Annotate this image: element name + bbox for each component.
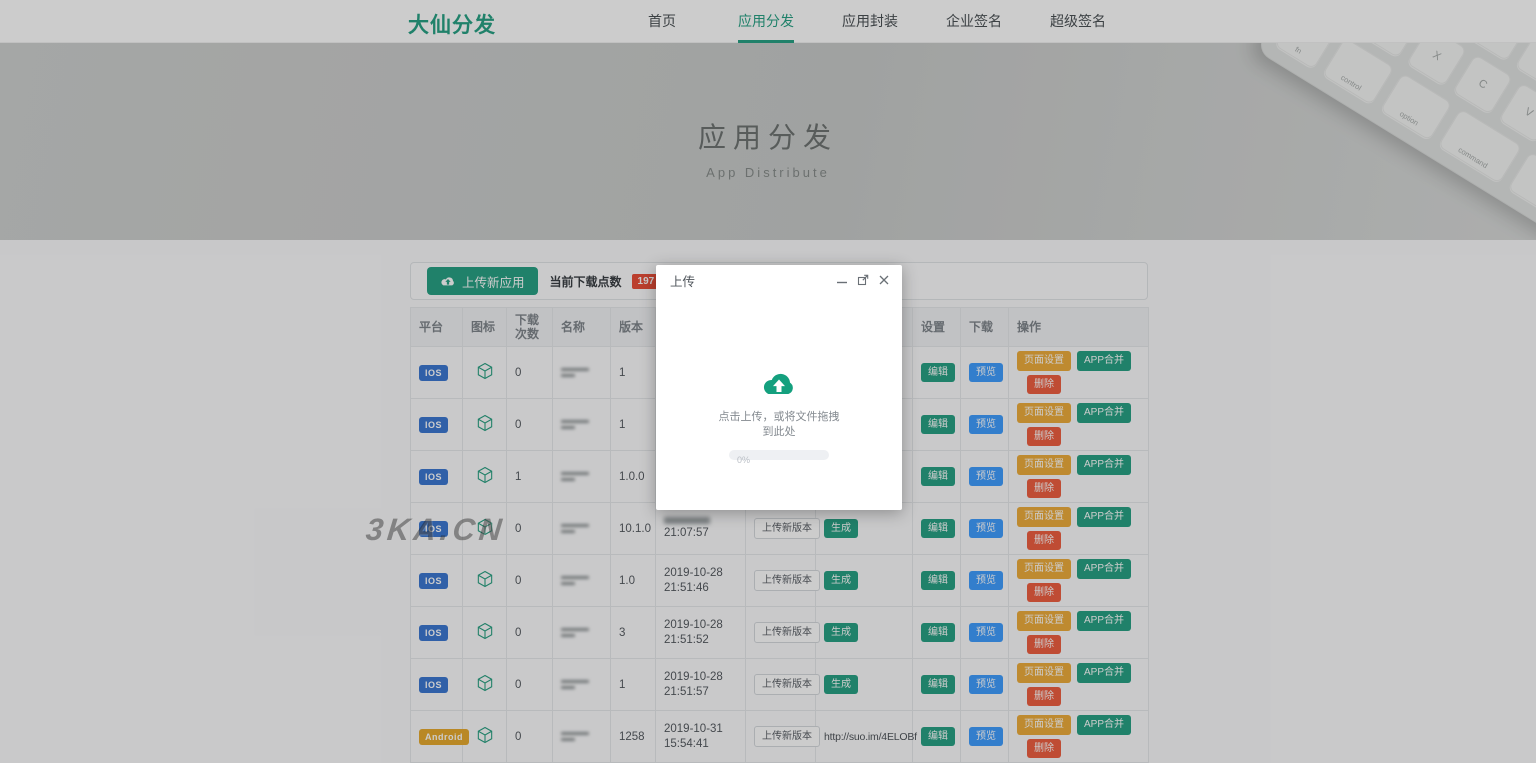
close-icon[interactable] [877,273,891,287]
modal-title: 上传 [670,271,695,290]
upload-progress-bar: 0% [729,450,829,460]
upload-modal: 上传 点击上传，或将文件拖拽 到此处 0% [656,265,902,510]
maximize-icon[interactable] [856,273,870,287]
upload-progress-label: 0% [729,455,750,465]
upload-cloud-icon [761,372,797,399]
upload-dropzone[interactable]: 点击上传，或将文件拖拽 到此处 0% [656,295,902,460]
minimize-icon[interactable] [835,273,849,287]
modal-titlebar: 上传 [656,265,902,295]
dropzone-text: 点击上传，或将文件拖拽 到此处 [656,410,902,440]
